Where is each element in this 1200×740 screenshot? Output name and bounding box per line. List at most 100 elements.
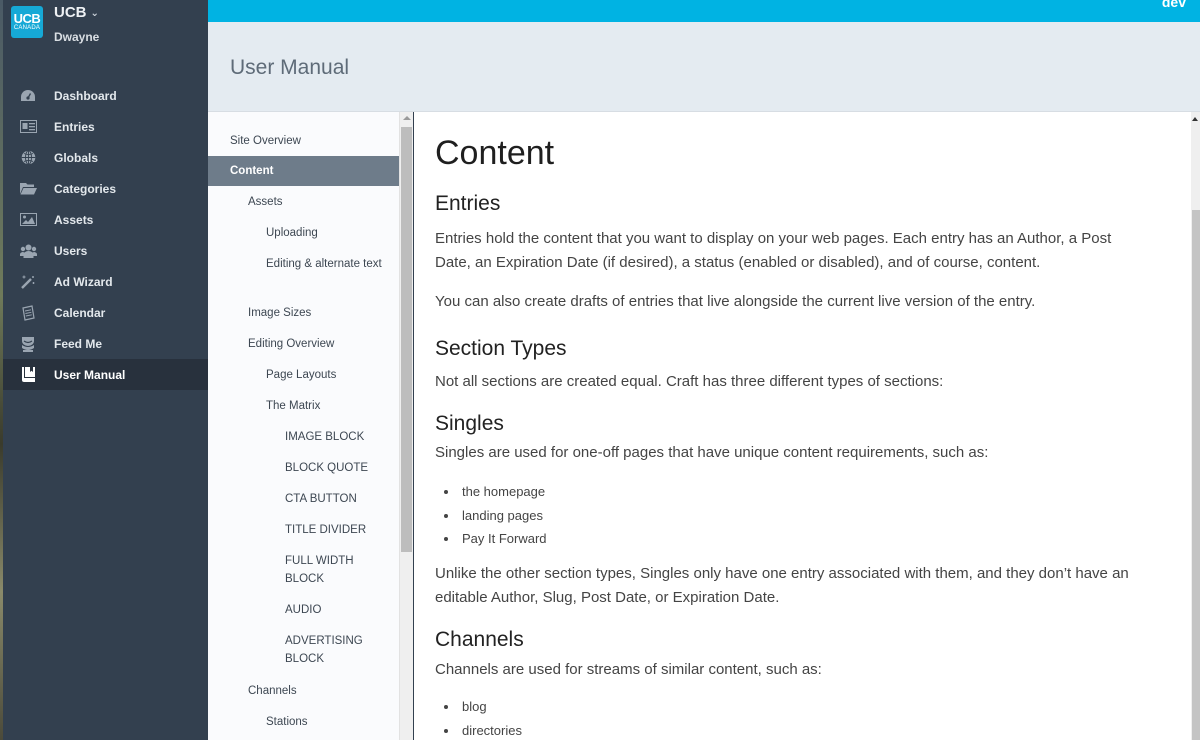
- tree-item-label: Content: [230, 165, 274, 177]
- tree-item-label: Assets: [248, 196, 283, 208]
- scroll-up-arrow-icon[interactable]: [1192, 117, 1198, 121]
- tree-item-editing-alternate-text[interactable]: Editing & alternate text: [208, 255, 388, 273]
- singles-list: the homepage landing pages Pay It Forwar…: [442, 480, 547, 551]
- sidebar-item-globals[interactable]: Globals: [3, 142, 208, 173]
- manual-tree: Site Overview Content Assets Uploading E…: [208, 112, 399, 740]
- tree-item-advertising-block[interactable]: ADVERTISING BLOCK: [208, 632, 373, 668]
- entries-drafts-paragraph: You can also create drafts of entries th…: [435, 293, 1036, 310]
- feed-me-icon: [19, 335, 37, 353]
- top-bar: dev: [208, 0, 1200, 22]
- sidebar-item-categories[interactable]: Categories: [3, 173, 208, 204]
- sidebar-item-label: Calendar: [54, 305, 106, 320]
- page-header: User Manual: [208, 22, 1200, 112]
- sidebar-item-label: Users: [54, 243, 88, 258]
- sidebar-item-calendar[interactable]: Calendar: [3, 297, 208, 328]
- logo-subtext: CANADA: [13, 25, 41, 31]
- content-title: Content: [435, 134, 555, 172]
- tree-item-page-layouts[interactable]: Page Layouts: [208, 366, 399, 384]
- tree-item-label: AUDIO: [285, 604, 322, 616]
- sidebar-item-label: Ad Wizard: [54, 274, 113, 289]
- folder-icon: [19, 180, 37, 198]
- magic-wand-icon: [19, 273, 37, 291]
- channels-list: blog directories: [442, 695, 522, 740]
- list-item: landing pages: [442, 504, 547, 528]
- sidebar-item-label: Feed Me: [54, 336, 103, 351]
- singles-heading: Singles: [435, 412, 504, 435]
- tree-item-label: Image Sizes: [248, 307, 312, 319]
- tree-item-image-sizes[interactable]: Image Sizes: [208, 304, 399, 322]
- singles-paragraph: Singles are used for one-off pages that …: [435, 444, 989, 461]
- tree-item-cta-button[interactable]: CTA BUTTON: [208, 490, 399, 508]
- tree-item-label: TITLE DIVIDER: [285, 524, 367, 536]
- chevron-down-icon: ⌄: [90, 8, 99, 19]
- tree-item-uploading[interactable]: Uploading: [208, 224, 399, 242]
- tree-scrollbar[interactable]: [399, 112, 413, 740]
- scroll-up-arrow-icon[interactable]: [403, 116, 411, 120]
- channels-heading: Channels: [435, 628, 524, 651]
- tree-scrollbar-thumb[interactable]: [401, 127, 412, 552]
- environment-label: dev: [1161, 0, 1186, 10]
- sidebar-item-ad-wizard[interactable]: Ad Wizard: [3, 266, 208, 297]
- manual-content: Content Entries Entries hold the content…: [414, 112, 1191, 740]
- tree-item-the-matrix[interactable]: The Matrix: [208, 397, 399, 415]
- sidebar-item-dashboard[interactable]: Dashboard: [3, 80, 208, 111]
- tree-item-label: The Matrix: [266, 400, 321, 412]
- dashboard-icon: [19, 87, 37, 105]
- sidebar-item-entries[interactable]: Entries: [3, 111, 208, 142]
- calendar-icon: [19, 304, 37, 322]
- tree-item-block-quote[interactable]: BLOCK QUOTE: [208, 459, 399, 477]
- logo-text: UCB: [13, 11, 41, 26]
- sidebar-item-users[interactable]: Users: [3, 235, 208, 266]
- tree-item-audio[interactable]: AUDIO: [208, 601, 399, 619]
- tree-item-label: Page Layouts: [266, 369, 337, 381]
- list-item: blog: [442, 695, 522, 719]
- tree-item-label: CTA BUTTON: [285, 493, 357, 505]
- section-types-heading: Section Types: [435, 337, 567, 360]
- list-item: directories: [442, 719, 522, 740]
- tree-item-content[interactable]: Content: [208, 156, 399, 186]
- users-icon: [19, 242, 37, 260]
- tree-item-image-block[interactable]: IMAGE BLOCK: [208, 428, 399, 446]
- tree-item-editing-overview[interactable]: Editing Overview: [208, 335, 399, 353]
- section-types-paragraph: Not all sections are created equal. Craf…: [435, 373, 944, 390]
- tree-item-assets[interactable]: Assets: [208, 193, 399, 211]
- tree-item-site-overview[interactable]: Site Overview: [208, 130, 399, 152]
- tree-item-label: Channels: [248, 685, 297, 697]
- site-name[interactable]: UCB ⌄: [54, 5, 99, 20]
- page-title: User Manual: [230, 56, 350, 79]
- site-switcher[interactable]: UCB CANADA UCB ⌄ Dwayne: [11, 5, 99, 44]
- sidebar-item-assets[interactable]: Assets: [3, 204, 208, 235]
- tree-item-label: Editing & alternate text: [266, 258, 382, 270]
- image-icon: [19, 211, 37, 229]
- list-item: Pay It Forward: [442, 527, 547, 551]
- tree-item-label: ADVERTISING BLOCK: [285, 635, 363, 665]
- sidebar-item-label: Globals: [54, 150, 99, 165]
- list-item: the homepage: [442, 480, 547, 504]
- tree-item-label: FULL WIDTH BLOCK: [285, 555, 354, 585]
- entries-icon: [19, 118, 37, 136]
- tree-item-label: Site Overview: [230, 135, 301, 147]
- tree-item-title-divider[interactable]: TITLE DIVIDER: [208, 521, 399, 539]
- content-scrollbar[interactable]: [1191, 112, 1200, 740]
- tree-item-label: IMAGE BLOCK: [285, 431, 365, 443]
- tree-item-channels[interactable]: Channels: [208, 682, 399, 700]
- sidebar: UCB CANADA UCB ⌄ Dwayne Dashboard Entrie…: [3, 0, 208, 740]
- book-icon: [19, 366, 37, 384]
- sidebar-item-feed-me[interactable]: Feed Me: [3, 328, 208, 359]
- tree-item-stations[interactable]: Stations: [208, 713, 399, 731]
- site-logo: UCB CANADA: [11, 6, 43, 38]
- content-scrollbar-thumb[interactable]: [1192, 210, 1200, 740]
- sidebar-item-label: Dashboard: [54, 88, 117, 103]
- entries-paragraph: Entries hold the content that you want t…: [435, 230, 1112, 271]
- entries-heading: Entries: [435, 192, 501, 215]
- sidebar-item-label: Assets: [54, 212, 94, 227]
- sidebar-item-label: Entries: [54, 119, 95, 134]
- tree-item-label: Stations: [266, 716, 308, 728]
- main-nav: Dashboard Entries Globals Categories Ass…: [3, 80, 208, 390]
- globe-icon: [19, 149, 37, 167]
- user-name[interactable]: Dwayne: [54, 30, 99, 44]
- sidebar-item-label: Categories: [54, 181, 117, 196]
- tree-item-full-width-block[interactable]: FULL WIDTH BLOCK: [208, 552, 368, 588]
- sidebar-item-user-manual[interactable]: User Manual: [3, 359, 208, 390]
- channels-paragraph: Channels are used for streams of similar…: [435, 661, 822, 678]
